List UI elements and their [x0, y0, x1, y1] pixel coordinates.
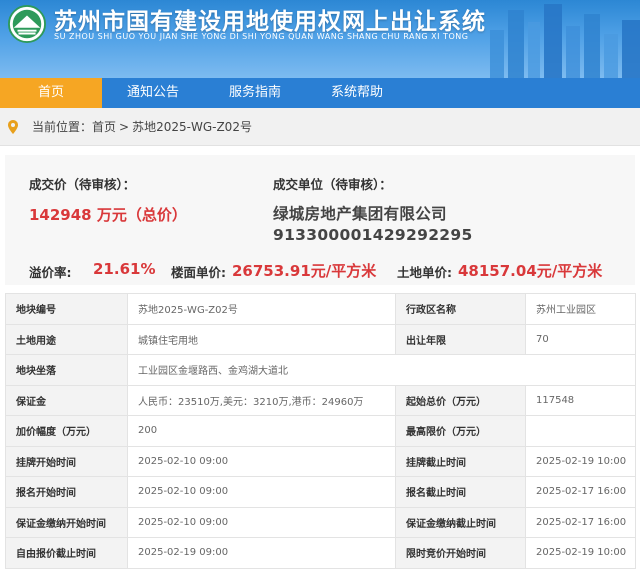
land-price-value: 48157.04元/平方米	[458, 262, 603, 280]
deposit-start-value: 2025-02-10 09:00	[127, 506, 396, 538]
deposit-end-label: 保证金缴纳截止时间	[395, 506, 526, 538]
max-price-label: 最高限价（万元）	[395, 415, 526, 447]
breadcrumb: 当前位置： 首页 > 苏地2025-WG-Z02号	[0, 108, 640, 146]
table-row: 自由报价截止时间 2025-02-19 09:00 限时竞价开始时间 2025-…	[5, 537, 636, 569]
site-title: 苏州市国有建设用地使用权网上出让系统	[54, 9, 486, 35]
floor-price-label: 楼面单价:	[171, 265, 226, 280]
premium-rate-label: 溢价率:	[29, 265, 72, 280]
nav-service-guide[interactable]: 服务指南	[204, 78, 306, 108]
parcel-detail-table: 地块编号 苏地2025-WG-Z02号 行政区名称 苏州工业园区 土地用途 城镇…	[5, 293, 636, 569]
site-subtitle: SU ZHOU SHI GUO YOU JIAN SHE YONG DI SHI…	[54, 32, 469, 41]
floor-price-value: 26753.91元/平方米	[232, 262, 377, 280]
table-row: 保证金缴纳开始时间 2025-02-10 09:00 保证金缴纳截止时间 202…	[5, 506, 636, 538]
table-row: 地块编号 苏地2025-WG-Z02号 行政区名称 苏州工业园区	[5, 293, 636, 325]
term-label: 出让年限	[395, 323, 526, 355]
main-nav: 首页 通知公告 服务指南 系统帮助	[0, 78, 640, 108]
deposit-start-label: 保证金缴纳开始时间	[5, 506, 128, 538]
increment-label: 加价幅度（万元）	[5, 415, 128, 447]
table-row: 地块坐落 工业园区金堰路西、金鸡湖大道北	[5, 354, 636, 386]
table-row: 土地用途 城镇住宅用地 出让年限 70	[5, 323, 636, 355]
signup-start-value: 2025-02-10 09:00	[127, 476, 396, 508]
location-pin-icon	[8, 119, 18, 134]
price-label: 成交价（待审核）：	[29, 177, 136, 192]
signup-end-label: 报名截止时间	[395, 476, 526, 508]
usage-label: 土地用途	[5, 323, 128, 355]
district-value: 苏州工业园区	[525, 293, 636, 325]
location-label: 地块坐落	[5, 354, 128, 386]
deposit-end-value: 2025-02-17 16:00	[525, 506, 636, 538]
timed-bid-start-value: 2025-02-19 10:00	[525, 537, 636, 569]
listing-start-label: 挂牌开始时间	[5, 445, 128, 477]
usage-value: 城镇住宅用地	[127, 323, 396, 355]
free-bid-end-value: 2025-02-19 09:00	[127, 537, 396, 569]
deposit-label: 保证金	[5, 384, 128, 416]
breadcrumb-home-link[interactable]: 首页	[92, 118, 116, 135]
buyer-label: 成交单位（待审核）：	[273, 177, 392, 192]
skyline-decoration	[490, 4, 640, 78]
max-price-value	[525, 415, 636, 447]
listing-end-value: 2025-02-19 10:00	[525, 445, 636, 477]
table-row: 挂牌开始时间 2025-02-10 09:00 挂牌截止时间 2025-02-1…	[5, 445, 636, 477]
increment-value: 200	[127, 415, 396, 447]
listing-end-label: 挂牌截止时间	[395, 445, 526, 477]
land-price-label: 土地单价:	[397, 265, 452, 280]
table-row: 报名开始时间 2025-02-10 09:00 报名截止时间 2025-02-1…	[5, 476, 636, 508]
buyer-credit-code: 913300001429292295	[273, 226, 473, 244]
buyer-name: 绿城房地产集团有限公司	[273, 205, 447, 223]
free-bid-end-label: 自由报价截止时间	[5, 537, 128, 569]
price-value: 142948 万元（总价）	[29, 206, 187, 224]
table-row: 保证金 人民币：23510万,美元：3210万,港币：24960万 起始总价（万…	[5, 384, 636, 416]
breadcrumb-prefix: 当前位置：	[32, 120, 93, 134]
timed-bid-start-label: 限时竞价开始时间	[395, 537, 526, 569]
nav-announcements[interactable]: 通知公告	[102, 78, 204, 108]
table-row: 加价幅度（万元） 200 最高限价（万元）	[5, 415, 636, 447]
land-emblem-icon	[8, 5, 46, 43]
breadcrumb-current: 苏地2025-WG-Z02号	[132, 120, 252, 134]
start-price-label: 起始总价（万元）	[395, 384, 526, 416]
premium-rate-value: 21.61%	[93, 260, 156, 278]
parcel-no-value: 苏地2025-WG-Z02号	[127, 293, 396, 325]
nav-system-help[interactable]: 系统帮助	[306, 78, 408, 108]
location-value: 工业园区金堰路西、金鸡湖大道北	[127, 354, 636, 386]
signup-end-value: 2025-02-17 16:00	[525, 476, 636, 508]
parcel-no-label: 地块编号	[5, 293, 128, 325]
district-label: 行政区名称	[395, 293, 526, 325]
breadcrumb-separator: >	[119, 119, 130, 134]
deal-summary-panel: 成交价（待审核）： 142948 万元（总价） 成交单位（待审核）： 绿城房地产…	[5, 155, 635, 285]
header-banner: 苏州市国有建设用地使用权网上出让系统 SU ZHOU SHI GUO YOU J…	[0, 0, 640, 78]
listing-start-value: 2025-02-10 09:00	[127, 445, 396, 477]
term-value: 70	[525, 323, 636, 355]
start-price-value: 117548	[525, 384, 636, 416]
deposit-value: 人民币：23510万,美元：3210万,港币：24960万	[127, 384, 396, 416]
signup-start-label: 报名开始时间	[5, 476, 128, 508]
nav-home[interactable]: 首页	[0, 78, 102, 108]
